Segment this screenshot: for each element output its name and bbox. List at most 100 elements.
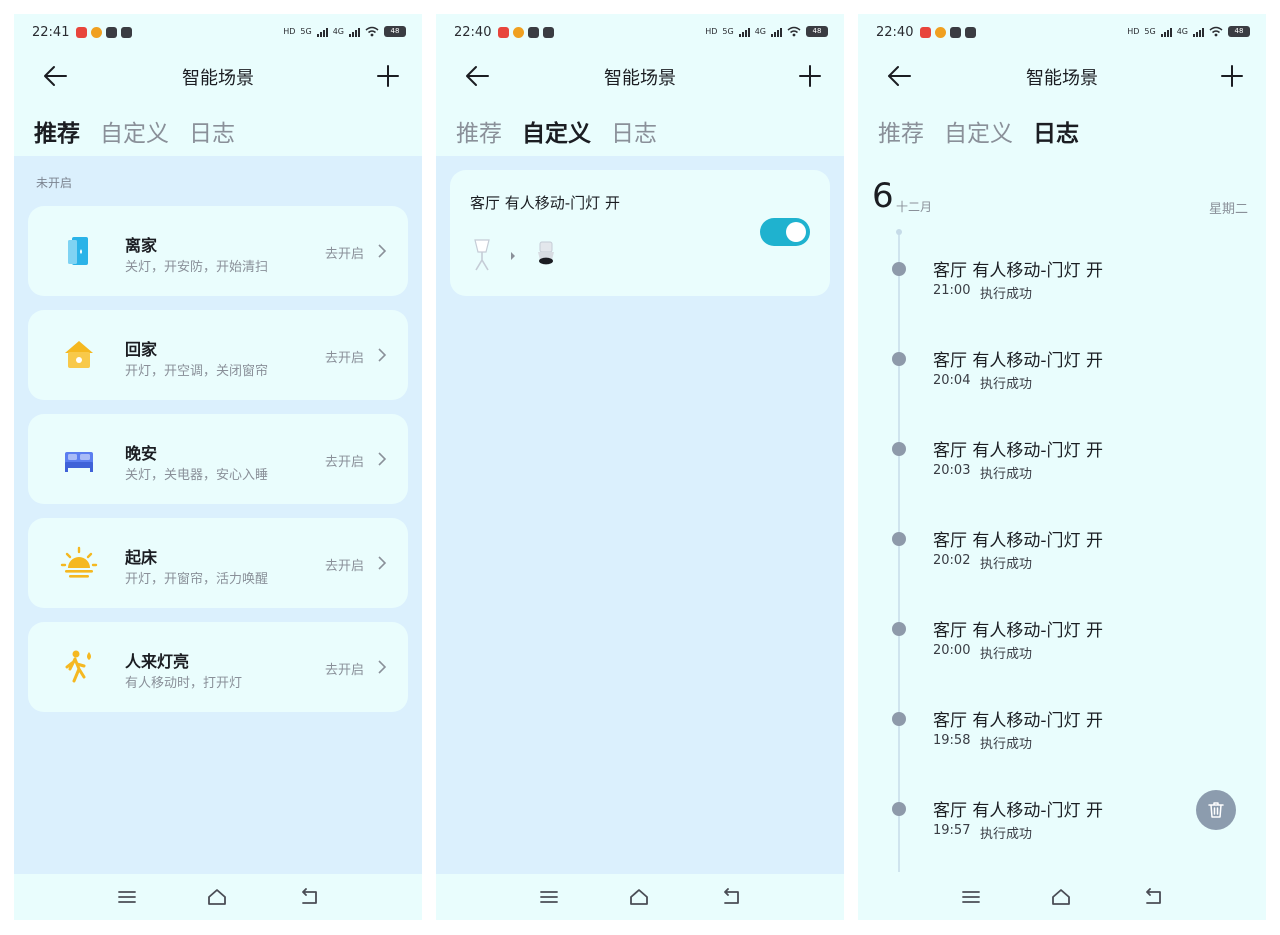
weibo-icon bbox=[513, 27, 524, 38]
log-entry[interactable]: 客厅 有人移动-门灯 开 20:02 执行成功 bbox=[858, 526, 1266, 586]
tab-recommended[interactable]: 推荐 bbox=[456, 114, 502, 148]
scene-description: 关灯，开安防，开始清扫 bbox=[125, 260, 269, 275]
home-icon[interactable] bbox=[628, 887, 650, 907]
log-entry-status: 执行成功 bbox=[980, 287, 1033, 302]
add-icon[interactable] bbox=[1218, 62, 1246, 90]
enable-scene-link[interactable]: 去开启 bbox=[325, 659, 364, 678]
flow-arrow-icon bbox=[511, 252, 515, 260]
log-entry-status: 执行成功 bbox=[980, 647, 1033, 662]
page-title: 智能场景 bbox=[604, 68, 676, 89]
door-exit-icon bbox=[68, 237, 88, 265]
scene-card-wake-up[interactable]: 起床 开灯，开窗帘，活力唤醒 去开启 bbox=[28, 518, 408, 608]
home-icon[interactable] bbox=[206, 887, 228, 907]
menu-icon[interactable] bbox=[538, 887, 560, 907]
signal-icon bbox=[349, 27, 360, 37]
log-entry-title: 客厅 有人移动-门灯 开 bbox=[933, 801, 1103, 821]
phone-screen-custom: 22:40 HD 5G 4G 48 智能场景 推荐 自定义 日志 客厅 有人移动… bbox=[436, 14, 844, 920]
bed-icon bbox=[65, 452, 93, 472]
status-bar: 22:40 HD 5G 4G 48 bbox=[858, 14, 1266, 54]
scene-card-motion-light[interactable]: 人来灯亮 有人移动时，打开灯 去开启 bbox=[28, 622, 408, 712]
automation-flow bbox=[474, 239, 554, 271]
signal-icon bbox=[1193, 27, 1204, 37]
log-entry[interactable]: 客厅 有人移动-门灯 开 20:04 执行成功 bbox=[858, 346, 1266, 406]
scene-card-leave-home[interactable]: 离家 关灯，开安防，开始清扫 去开启 bbox=[28, 206, 408, 296]
status-time: 22:41 bbox=[32, 25, 70, 40]
add-icon[interactable] bbox=[374, 62, 402, 90]
log-entry[interactable]: 客厅 有人移动-门灯 开 20:00 执行成功 bbox=[858, 616, 1266, 676]
clear-log-button[interactable] bbox=[1196, 790, 1236, 830]
scene-description: 有人移动时，打开灯 bbox=[125, 676, 243, 691]
scene-name: 晚安 bbox=[125, 444, 158, 463]
automation-toggle[interactable] bbox=[760, 218, 810, 246]
tab-recommended[interactable]: 推荐 bbox=[34, 114, 80, 148]
status-bar: 22:40 HD 5G 4G 48 bbox=[436, 14, 844, 54]
status-indicators: HD 5G 4G 48 bbox=[1127, 26, 1250, 37]
log-entry-title: 客厅 有人移动-门灯 开 bbox=[933, 441, 1103, 461]
system-back-icon[interactable] bbox=[1142, 887, 1164, 907]
menu-icon[interactable] bbox=[960, 887, 982, 907]
system-back-icon[interactable] bbox=[720, 887, 742, 907]
log-entry[interactable]: 客厅 有人移动-门灯 开 21:00 执行成功 bbox=[858, 256, 1266, 316]
toggle-knob bbox=[786, 222, 806, 242]
automation-card[interactable]: 客厅 有人移动-门灯 开 bbox=[450, 170, 830, 296]
battery-icon: 48 bbox=[384, 26, 406, 37]
top-navigation: 智能场景 bbox=[14, 54, 422, 98]
system-navigation-bar bbox=[858, 874, 1266, 920]
add-icon[interactable] bbox=[796, 62, 824, 90]
hd-label: HD bbox=[283, 27, 296, 36]
trash-icon bbox=[1208, 802, 1224, 818]
log-entry[interactable]: 客厅 有人移动-门灯 开 19:58 执行成功 bbox=[858, 706, 1266, 766]
battery-icon: 48 bbox=[806, 26, 828, 37]
tab-log[interactable]: 日志 bbox=[189, 114, 235, 148]
enable-scene-link[interactable]: 去开启 bbox=[325, 555, 364, 574]
wifi-icon bbox=[787, 26, 801, 37]
status-time: 22:40 bbox=[454, 25, 492, 40]
scene-name: 离家 bbox=[125, 236, 158, 255]
tab-log[interactable]: 日志 bbox=[611, 114, 657, 148]
log-entry-status: 执行成功 bbox=[980, 827, 1033, 842]
scene-list: 未开启 离家 关灯，开安防，开始清扫 去开启 回家 开灯，开空调，关闭窗帘 去开… bbox=[14, 156, 422, 874]
enable-scene-link[interactable]: 去开启 bbox=[325, 451, 364, 470]
notification-icons bbox=[76, 27, 132, 38]
tab-custom[interactable]: 自定义 bbox=[944, 114, 1013, 148]
notification-icons bbox=[920, 27, 976, 38]
network-4g-label: 4G bbox=[332, 27, 344, 36]
automation-title: 客厅 有人移动-门灯 开 bbox=[470, 194, 620, 212]
log-entry-time: 20:03 bbox=[933, 463, 971, 478]
log-entry-status: 执行成功 bbox=[980, 557, 1033, 572]
log-date-day: 6 bbox=[872, 176, 894, 216]
tab-log[interactable]: 日志 bbox=[1033, 114, 1079, 148]
log-entry[interactable]: 客厅 有人移动-门灯 开 20:03 执行成功 bbox=[858, 436, 1266, 496]
tab-custom[interactable]: 自定义 bbox=[522, 114, 591, 148]
enable-scene-link[interactable]: 去开启 bbox=[325, 243, 364, 262]
enable-scene-link[interactable]: 去开启 bbox=[325, 347, 364, 366]
tab-recommended[interactable]: 推荐 bbox=[878, 114, 924, 148]
tab-custom[interactable]: 自定义 bbox=[100, 114, 169, 148]
log-entry-status: 执行成功 bbox=[980, 377, 1033, 392]
home-icon[interactable] bbox=[1050, 887, 1072, 907]
scene-card-come-home[interactable]: 回家 开灯，开空调，关闭窗帘 去开启 bbox=[28, 310, 408, 400]
mail-icon bbox=[106, 27, 117, 38]
phone-screen-recommended: 22:41 HD 5G 4G 48 智能场景 推荐 自定义 日志 未开启 离家 … bbox=[14, 14, 422, 920]
scene-card-good-night[interactable]: 晚安 关灯，关电器，安心入睡 去开启 bbox=[28, 414, 408, 504]
signal-icon bbox=[771, 27, 782, 37]
chevron-right-icon bbox=[378, 556, 387, 570]
signal-icon bbox=[1160, 27, 1172, 37]
log-entry-time: 20:02 bbox=[933, 553, 971, 568]
timeline-dot bbox=[892, 622, 906, 636]
system-back-icon[interactable] bbox=[298, 887, 320, 907]
battery-icon: 48 bbox=[1228, 26, 1250, 37]
hd-label: HD bbox=[1127, 27, 1140, 36]
system-navigation-bar bbox=[436, 874, 844, 920]
sunrise-icon bbox=[60, 546, 98, 578]
log-entry-time: 19:58 bbox=[933, 733, 971, 748]
timeline-start-dot bbox=[896, 229, 902, 235]
motion-sensor-icon bbox=[474, 239, 490, 271]
network-4g-label: 4G bbox=[754, 27, 766, 36]
status-time: 22:40 bbox=[876, 25, 914, 40]
menu-icon[interactable] bbox=[116, 887, 138, 907]
scene-tabs: 推荐 自定义 日志 bbox=[456, 114, 657, 148]
wifi-icon bbox=[365, 26, 379, 37]
app-icon bbox=[965, 27, 976, 38]
automation-list: 客厅 有人移动-门灯 开 bbox=[436, 156, 844, 874]
